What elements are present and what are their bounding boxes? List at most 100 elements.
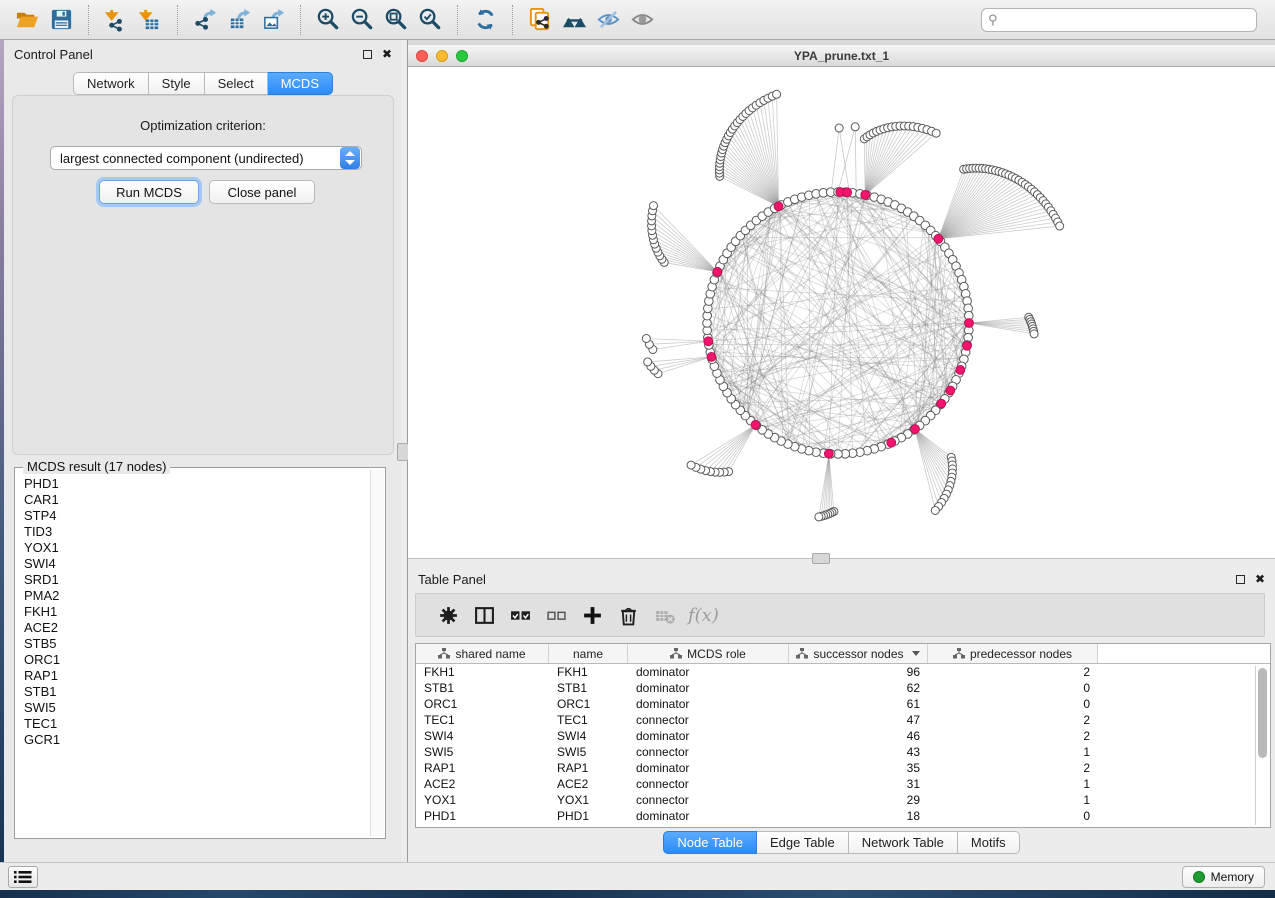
mcds-result-item[interactable]: TID3 [16,524,368,540]
tab-motifs[interactable]: Motifs [958,831,1020,854]
window-maximize-icon[interactable] [456,50,468,62]
save-session-icon[interactable] [44,5,78,35]
import-table-icon[interactable] [133,5,167,35]
close-table-panel-icon[interactable]: ✖ [1255,572,1265,586]
memory-button[interactable]: Memory [1182,866,1265,888]
window-close-icon[interactable] [416,50,428,62]
mcds-result-item[interactable]: GCR1 [16,732,368,748]
float-panel-icon[interactable] [363,50,372,59]
export-image-icon[interactable] [256,5,290,35]
tab-network[interactable]: Network [73,72,149,95]
checked-pair-icon[interactable] [502,597,538,633]
search-input[interactable] [981,8,1257,32]
table-row[interactable]: STB1STB1dominator620 [416,680,1270,696]
criterion-dropdown[interactable]: largest connected component (undirected) [50,146,362,170]
column-label: predecessor nodes [970,647,1072,661]
mcds-result-item[interactable]: SRD1 [16,572,368,588]
tab-network-table[interactable]: Network Table [849,831,958,854]
table-cell: 31 [789,776,928,792]
task-history-button[interactable] [8,866,38,888]
horizontal-splitter[interactable] [408,558,1275,565]
duplicate-network-icon[interactable] [523,5,557,35]
table-row[interactable]: PHD1PHD1dominator180 [416,808,1270,824]
table-scrollbar[interactable] [1255,666,1268,825]
table-panel-titlebar: Table Panel ✖ [408,565,1275,593]
close-panel-icon[interactable]: ✖ [382,47,392,61]
table-row[interactable]: SWI5SWI5connector431 [416,744,1270,760]
zoom-out-icon[interactable] [345,5,379,35]
tab-mcds[interactable]: MCDS [268,72,333,95]
refresh-icon[interactable] [468,5,502,35]
table-row[interactable]: ACE2ACE2connector311 [416,776,1270,792]
birds-eye-icon[interactable] [557,5,591,35]
export-network-icon[interactable] [188,5,222,35]
mcds-list-scrollbar[interactable] [370,470,384,836]
mcds-result-item[interactable]: SWI5 [16,700,368,716]
network-view-canvas[interactable] [408,67,1275,558]
table-row[interactable]: YOX1YOX1connector291 [416,792,1270,808]
mcds-result-item[interactable]: STB5 [16,636,368,652]
tab-select[interactable]: Select [205,72,268,95]
column-header-shared-name[interactable]: shared name [416,644,549,663]
table-cell: RAP1 [416,760,549,776]
mcds-result-item[interactable]: ACE2 [16,620,368,636]
mcds-result-item[interactable]: ORC1 [16,652,368,668]
table-cell: 2 [928,728,1098,744]
add-column-icon[interactable] [574,597,610,633]
table-cell: dominator [628,808,789,824]
table-row[interactable]: SWI4SWI4dominator462 [416,728,1270,744]
mcds-result-item[interactable]: TEC1 [16,716,368,732]
window-minimize-icon[interactable] [436,50,448,62]
table-cell: connector [628,712,789,728]
mcds-result-item[interactable]: YOX1 [16,540,368,556]
table-cell: SWI4 [416,728,549,744]
float-table-panel-icon[interactable] [1236,575,1245,584]
table-row[interactable]: TEC1TEC1connector472 [416,712,1270,728]
export-table-icon[interactable] [222,5,256,35]
mcds-result-list[interactable]: PHD1CAR1STP4TID3YOX1SWI4SRD1PMA2FKH1ACE2… [16,476,368,836]
mcds-result-item[interactable]: FKH1 [16,604,368,620]
mcds-result-item[interactable]: CAR1 [16,492,368,508]
table-row[interactable]: RAP1RAP1dominator352 [416,760,1270,776]
zoom-in-icon[interactable] [311,5,345,35]
column-header-MCDS-role[interactable]: MCDS role [628,644,789,663]
table-row[interactable]: FKH1FKH1dominator962 [416,664,1270,680]
table-row[interactable]: ORC1ORC1dominator610 [416,696,1270,712]
network-window-titlebar[interactable]: YPA_prune.txt_1 [408,45,1275,67]
control-panel-titlebar: Control Panel ✖ [4,40,402,68]
table-cell: connector [628,744,789,760]
horizontal-splitter-grip[interactable] [812,553,830,564]
run-mcds-button[interactable]: Run MCDS [99,180,199,204]
mcds-result-item[interactable]: SWI4 [16,556,368,572]
table-cell: 1 [928,744,1098,760]
mcds-result-item[interactable]: RAP1 [16,668,368,684]
unchecked-pair-icon[interactable] [538,597,574,633]
tab-edge-table[interactable]: Edge Table [757,831,849,854]
hide-unselected-icon[interactable] [591,5,625,35]
mcds-result-item[interactable]: PHD1 [16,476,368,492]
mcds-result-item[interactable]: STB1 [16,684,368,700]
delete-column-icon[interactable] [610,597,646,633]
table-cell: STB1 [416,680,549,696]
function-builder-icon[interactable]: f(x) [688,605,719,626]
import-network-icon[interactable] [99,5,133,35]
tab-style[interactable]: Style [149,72,205,95]
zoom-selected-icon[interactable] [413,5,447,35]
table-cell: 1 [928,792,1098,808]
close-panel-button[interactable]: Close panel [209,180,315,204]
tab-node-table[interactable]: Node Table [663,831,757,854]
show-all-icon[interactable] [625,5,659,35]
gear-icon[interactable] [430,597,466,633]
column-header-predecessor-nodes[interactable]: predecessor nodes [928,644,1098,663]
table-cell: 2 [928,664,1098,680]
node-table[interactable]: shared namenameMCDS rolesuccessor nodes p… [415,643,1271,828]
zoom-fit-icon[interactable] [379,5,413,35]
mcds-result-item[interactable]: STP4 [16,508,368,524]
column-header-name[interactable]: name [549,644,628,663]
table-cell: connector [628,776,789,792]
table-scrollbar-thumb[interactable] [1258,668,1267,758]
mcds-result-item[interactable]: PMA2 [16,588,368,604]
column-header-successor-nodes[interactable]: successor nodes [789,644,928,663]
split-columns-icon[interactable] [466,597,502,633]
open-file-icon[interactable] [10,5,44,35]
